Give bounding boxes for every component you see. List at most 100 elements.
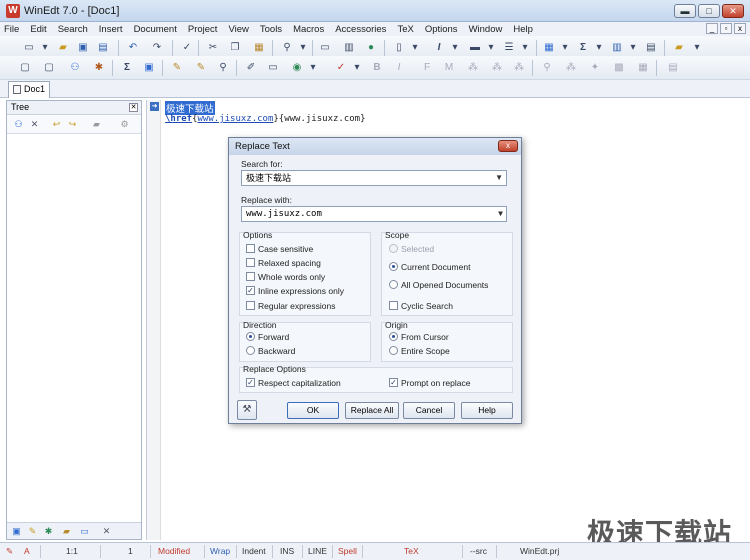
ok-button[interactable]: OK	[287, 402, 339, 419]
status-ins[interactable]: INS	[280, 546, 294, 556]
viewer-icon[interactable]: ▭	[266, 61, 280, 75]
window-icon[interactable]: ▭	[318, 41, 332, 55]
prompt-replace-checkbox[interactable]: ✓	[389, 378, 398, 387]
preview-dropdown-icon[interactable]: ▾	[306, 61, 320, 75]
close-window-button[interactable]: ✕	[722, 4, 744, 18]
font-icon[interactable]: F	[420, 61, 434, 75]
spell-icon[interactable]: ✓	[180, 41, 194, 55]
copy-icon[interactable]: ❐	[228, 41, 242, 55]
document-icon[interactable]: ▯	[392, 41, 406, 55]
relaxed-spacing-checkbox[interactable]	[246, 258, 255, 267]
magnifier-icon[interactable]: ⚲	[216, 61, 230, 75]
sum-dropdown-icon[interactable]: ▾	[592, 41, 606, 55]
tree-folder-icon[interactable]: ▰	[61, 526, 72, 537]
italic-text-icon[interactable]: I	[392, 61, 406, 75]
compile-pdf-icon[interactable]: ✎	[194, 61, 208, 75]
help-button[interactable]: Help	[461, 402, 513, 419]
origin-cursor-radio[interactable]	[389, 332, 398, 341]
bold-icon[interactable]: B	[370, 61, 384, 75]
project-dropdown-icon[interactable]: ▾	[690, 41, 704, 55]
tree-expand-icon[interactable]: ⚇	[13, 119, 24, 130]
direction-backward-radio[interactable]	[246, 346, 255, 355]
status-line[interactable]: LINE	[308, 546, 327, 556]
case-sensitive-checkbox[interactable]	[246, 244, 255, 253]
mark-icon[interactable]: ✦	[588, 61, 602, 75]
minimize-button[interactable]: ▬	[674, 4, 696, 18]
search-combo[interactable]: 极速下载站 ▼	[241, 170, 507, 186]
gather-icon[interactable]: ⁂	[564, 61, 578, 75]
respect-cap-checkbox[interactable]: ✓	[246, 378, 255, 387]
tree-bookmark-icon[interactable]: ✱	[43, 526, 54, 537]
box-dropdown-icon[interactable]: ▾	[484, 41, 498, 55]
cyclic-search-checkbox[interactable]	[389, 301, 398, 310]
list-dropdown-icon[interactable]: ▾	[518, 41, 532, 55]
save-all-icon[interactable]: ▤	[96, 41, 110, 55]
layout-icon[interactable]: ▥	[342, 41, 356, 55]
menu-document[interactable]: Document	[134, 24, 177, 35]
preview-icon[interactable]: ◉	[290, 61, 304, 75]
status-tex[interactable]: TeX	[404, 546, 419, 556]
tree-remove-icon[interactable]: ✕	[29, 119, 40, 130]
menu-accessories[interactable]: Accessories	[335, 24, 386, 35]
tools-icon[interactable]: ⚒	[237, 400, 257, 420]
globe-icon[interactable]: ●	[364, 41, 378, 55]
menu-tools[interactable]: Tools	[260, 24, 282, 35]
tree-back-icon[interactable]: ↩	[51, 119, 62, 130]
grid-icon[interactable]: ▦	[636, 61, 650, 75]
new-dropdown-icon[interactable]: ▾	[38, 41, 52, 55]
tree-close-bottom-icon[interactable]: ✕	[101, 526, 112, 537]
menu-edit[interactable]: Edit	[30, 24, 46, 35]
regex-checkbox[interactable]	[246, 301, 255, 310]
menu-search[interactable]: Search	[58, 24, 88, 35]
box-icon[interactable]: ▬	[468, 41, 482, 55]
replace-all-button[interactable]: Replace All	[345, 402, 399, 419]
menu-project[interactable]: Project	[188, 24, 218, 35]
cut-icon[interactable]: ✂	[206, 41, 220, 55]
maximize-button[interactable]: □	[698, 4, 720, 18]
menu-macros[interactable]: Macros	[293, 24, 324, 35]
menu-insert[interactable]: Insert	[99, 24, 123, 35]
href-url[interactable]: www.jisuxz.com	[198, 114, 274, 124]
menu-file[interactable]: File	[4, 24, 19, 35]
sigma-icon[interactable]: Σ	[120, 61, 134, 75]
chevron-down-icon[interactable]: ▼	[498, 207, 503, 221]
status-spell[interactable]: Spell	[338, 546, 357, 556]
redo-icon[interactable]: ↷	[150, 41, 164, 55]
italic-icon[interactable]: I	[432, 41, 446, 55]
tree-settings-icon[interactable]: ⚙	[119, 119, 130, 130]
undo-icon[interactable]: ↶	[126, 41, 140, 55]
env-icon-2[interactable]: ⁂	[490, 61, 504, 75]
save-icon[interactable]: ▣	[76, 41, 90, 55]
menu-window[interactable]: Window	[469, 24, 503, 35]
mdi-close-button[interactable]: x	[734, 23, 746, 34]
brush-icon[interactable]: ✐	[244, 61, 258, 75]
whole-words-checkbox[interactable]	[246, 272, 255, 281]
document-dropdown-icon[interactable]: ▾	[408, 41, 422, 55]
find-dropdown-icon[interactable]: ▾	[296, 41, 310, 55]
tex-doc-icon[interactable]: ▢	[18, 61, 32, 75]
scope-all-radio[interactable]	[389, 280, 398, 289]
pdf-doc-icon[interactable]: ▢	[42, 61, 56, 75]
spellcheck-icon[interactable]: ✓	[334, 61, 348, 75]
table-icon[interactable]: ▦	[542, 41, 556, 55]
env-icon-1[interactable]: ⁂	[466, 61, 480, 75]
open-folder-icon[interactable]: ▰	[56, 41, 70, 55]
search-doc-icon[interactable]: ⚲	[540, 61, 554, 75]
image-icon[interactable]: ▩	[612, 61, 626, 75]
sum-icon[interactable]: Σ	[576, 41, 590, 55]
find-icon[interactable]: ⚲	[280, 41, 294, 55]
tree-close-icon[interactable]: ✕	[129, 103, 138, 112]
origin-scope-radio[interactable]	[389, 346, 398, 355]
chevron-down-icon[interactable]: ▼	[495, 171, 503, 185]
math-icon[interactable]: M	[442, 61, 456, 75]
tree-project-icon[interactable]: ▣	[11, 526, 22, 537]
direction-forward-radio[interactable]	[246, 332, 255, 341]
paste-icon[interactable]: ▦	[252, 41, 266, 55]
list-icon[interactable]: ☰	[502, 41, 516, 55]
scope-current-radio[interactable]	[389, 262, 398, 271]
tree-pin-icon[interactable]: ✎	[27, 526, 38, 537]
page-icon[interactable]: ▤	[644, 41, 658, 55]
tree-icon[interactable]: ⚇	[68, 61, 82, 75]
menu-help[interactable]: Help	[513, 24, 533, 35]
tree-forward-icon[interactable]: ↪	[67, 119, 78, 130]
